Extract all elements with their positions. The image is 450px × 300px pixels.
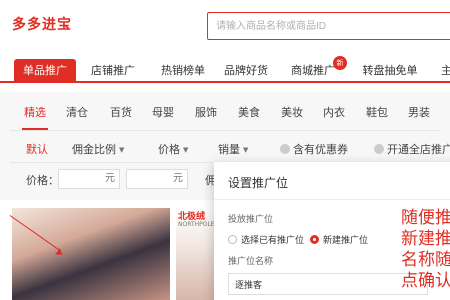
radio-icon: [228, 235, 237, 244]
checkbox-icon: [374, 144, 384, 154]
chevron-down-icon: ▼: [119, 146, 125, 154]
category-clearance[interactable]: 清仓: [66, 104, 88, 120]
sort-sales[interactable]: 销量 ▼: [218, 141, 248, 157]
price-min-input[interactable]: 元: [58, 169, 120, 189]
filter-coupon[interactable]: 含有优惠券: [280, 141, 348, 157]
site-logo[interactable]: 多多进宝: [12, 14, 72, 34]
radio-new-label: 新建推广位: [323, 236, 369, 246]
category-food[interactable]: 美食: [238, 104, 260, 120]
price-label: 价格：: [26, 174, 59, 187]
sort-commission-label: 佣金比例: [72, 143, 116, 156]
radio-new-position[interactable]: 新建推广位: [310, 233, 368, 246]
product-image[interactable]: [12, 208, 170, 300]
tab-lottery[interactable]: 转盘抽免单: [352, 59, 428, 82]
price-max-unit: 元: [173, 173, 183, 184]
annotation-line: 名称随: [401, 250, 450, 270]
product-brand-subtag: NORTHPOLE: [178, 221, 215, 228]
chevron-down-icon: ▼: [243, 146, 249, 154]
name-field-label: 推广位名称: [228, 257, 274, 267]
category-menswear[interactable]: 男装: [408, 104, 430, 120]
sort-sales-label: 销量: [218, 143, 240, 156]
category-clothing[interactable]: 服饰: [195, 104, 217, 120]
filter-coupon-label: 含有优惠券: [293, 143, 348, 156]
annotation-line: 随便推: [401, 208, 450, 228]
position-field-label: 投放推广位: [228, 215, 274, 225]
radio-existing-label: 选择已有推广位: [241, 236, 305, 246]
tab-store[interactable]: 店铺推广: [80, 59, 146, 82]
dialog-title: 设置推广位: [228, 176, 289, 190]
filter-store-promo-label: 开通全店推广: [387, 143, 450, 156]
sort-commission[interactable]: 佣金比例 ▼: [72, 141, 124, 157]
checkbox-icon: [280, 144, 290, 154]
annotation-line: 新建推: [401, 229, 450, 249]
main-nav: 单品推广 店铺推广 热销榜单 品牌好货 商城推广 转盘抽免单 主题: [0, 57, 450, 83]
radio-selected-icon: [310, 235, 319, 244]
tab-theme[interactable]: 主题: [432, 59, 450, 82]
sort-row: 默认 佣金比例 ▼ 价格 ▼ 销量 ▼ 含有优惠券 开通全店推广: [0, 132, 450, 162]
divider: [10, 130, 440, 131]
tab-hot-list[interactable]: 热销榜单: [150, 59, 216, 82]
position-name-input[interactable]: [228, 273, 428, 295]
new-badge: 新: [333, 56, 347, 70]
category-baby[interactable]: 母婴: [152, 104, 174, 120]
category-general[interactable]: 百货: [110, 104, 132, 120]
top-header: 多多进宝: [0, 0, 450, 52]
category-featured[interactable]: 精选: [24, 104, 46, 120]
sort-default[interactable]: 默认: [26, 141, 48, 157]
category-beauty[interactable]: 美妆: [281, 104, 303, 120]
sort-price-label: 价格: [158, 143, 180, 156]
category-underwear[interactable]: 内衣: [323, 104, 345, 120]
chevron-down-icon: ▼: [183, 146, 189, 154]
filter-store-promo[interactable]: 开通全店推广: [374, 141, 450, 157]
price-max-input[interactable]: 元: [126, 169, 188, 189]
category-row: 精选 清仓 百货 母婴 服饰 美食 美妆 内衣 鞋包 男装: [0, 92, 450, 130]
dialog-header: 设置推广位: [214, 162, 450, 200]
annotation-line: 点确认: [401, 271, 450, 291]
category-bags[interactable]: 鞋包: [366, 104, 388, 120]
price-min-unit: 元: [105, 173, 115, 184]
search-input[interactable]: [207, 12, 450, 40]
tab-brand[interactable]: 品牌好货: [218, 59, 274, 82]
tab-single-product[interactable]: 单品推广: [14, 59, 76, 82]
radio-existing-position[interactable]: 选择已有推广位: [228, 233, 304, 246]
sort-price[interactable]: 价格 ▼: [158, 141, 188, 157]
